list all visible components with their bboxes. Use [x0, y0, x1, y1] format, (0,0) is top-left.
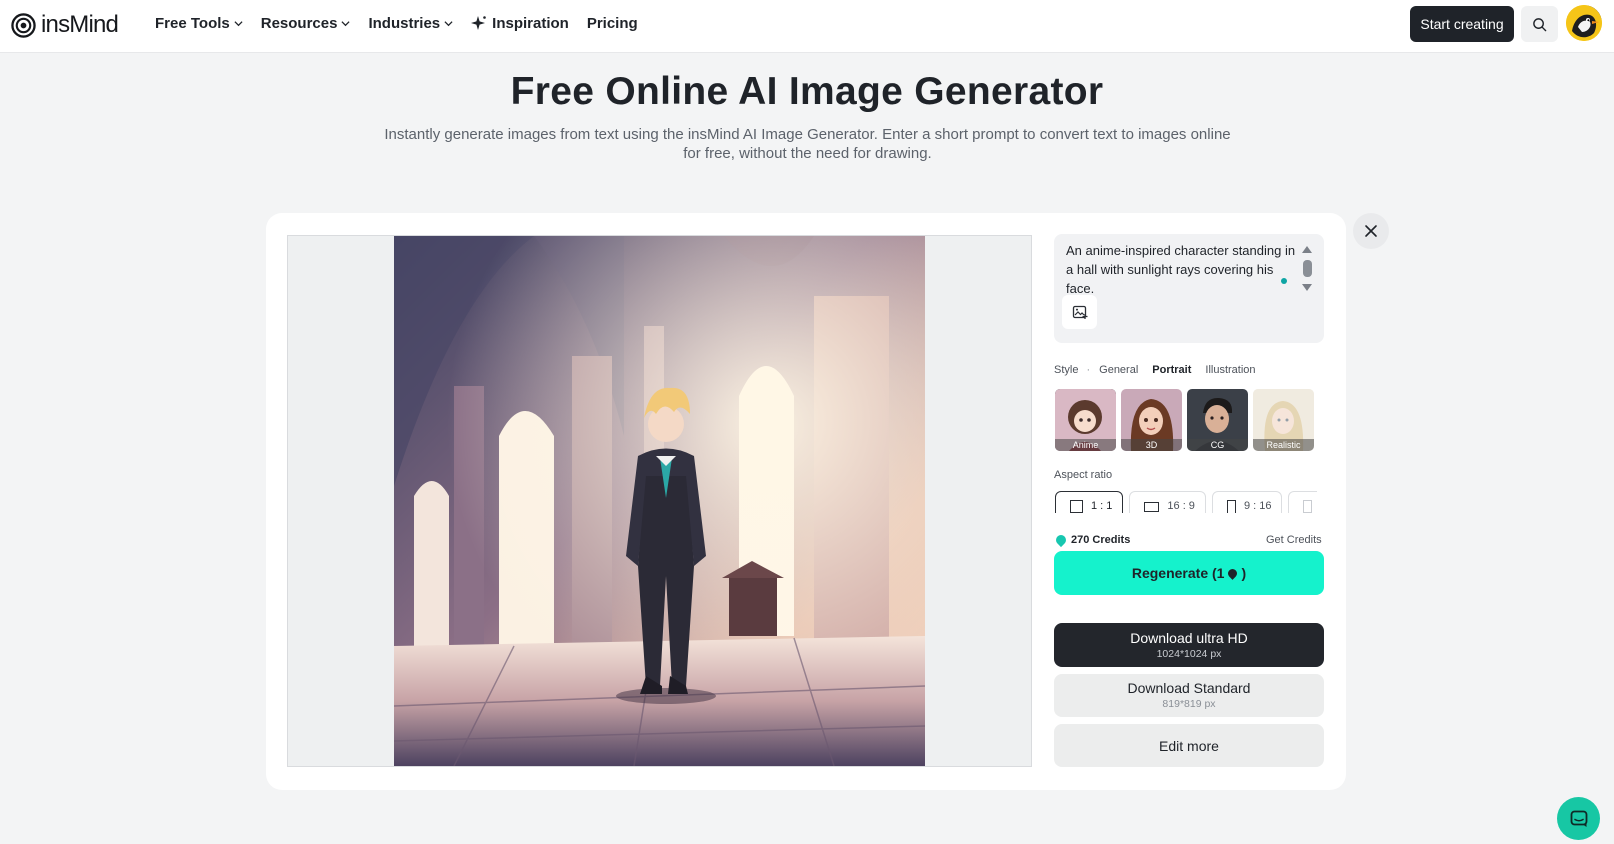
ratio-icon — [1303, 500, 1313, 513]
search-button[interactable] — [1521, 6, 1558, 42]
prompt-input[interactable]: An anime-inspired character standing in … — [1054, 234, 1324, 343]
ratio-option-16-9[interactable]: 16 : 9 — [1129, 491, 1206, 513]
landscape-ratio-icon — [1144, 502, 1160, 512]
style-option-cg[interactable]: CG — [1187, 389, 1248, 451]
nav-inspiration-label: Inspiration — [492, 14, 569, 32]
scrollbar-thumb[interactable] — [1303, 260, 1312, 277]
page-title: Free Online AI Image Generator — [510, 70, 1104, 113]
style-option-label: 3D — [1121, 439, 1182, 451]
generated-artwork — [394, 236, 925, 766]
chat-support-button[interactable] — [1557, 797, 1600, 840]
portrait-ratio-icon — [1226, 500, 1236, 513]
nav-pricing[interactable]: Pricing — [587, 15, 638, 32]
download-hd-label: Download ultra HD — [1130, 629, 1248, 646]
download-std-size: 819*819 px — [1162, 698, 1216, 710]
style-options: Anime 3D CG Realistic — [1055, 389, 1317, 451]
style-option-label: Anime — [1055, 439, 1116, 451]
download-std-label: Download Standard — [1127, 680, 1251, 696]
aspect-ratio-label: Aspect ratio — [1054, 469, 1113, 481]
style-option-realistic[interactable]: Realistic — [1253, 389, 1314, 451]
user-avatar[interactable] — [1566, 5, 1602, 41]
nav-resources[interactable]: Resources — [261, 15, 351, 32]
nav-resources-label: Resources — [260, 14, 338, 32]
nav-free-tools-label: Free Tools — [155, 14, 230, 32]
regenerate-label-end: ) — [1241, 565, 1247, 581]
credit-icon — [1053, 532, 1069, 548]
tab-illustration[interactable]: Illustration — [1205, 364, 1255, 376]
brand-name: insMind — [41, 11, 119, 38]
ratio-option-1-1[interactable]: 1 : 1 — [1055, 491, 1124, 513]
tab-portrait[interactable]: Portrait — [1152, 364, 1191, 376]
regenerate-button[interactable]: Regenerate (1 ) — [1054, 551, 1324, 595]
scroll-up-arrow[interactable] — [1302, 246, 1312, 253]
credits-count: 270 Credits — [1071, 534, 1131, 546]
nav-industries-label: Industries — [368, 14, 441, 32]
aspect-ratio-options: 1 : 1 16 : 9 9 : 16 — [1055, 491, 1317, 513]
prompt-text[interactable]: An anime-inspired character standing in … — [1066, 241, 1298, 298]
download-hd-size: 1024*1024 px — [1156, 647, 1222, 660]
chevron-down-icon — [444, 20, 453, 26]
ratio-option-more[interactable] — [1288, 491, 1317, 513]
close-button[interactable] — [1353, 213, 1389, 249]
cursor-dot — [1281, 278, 1287, 284]
style-option-3d[interactable]: 3D — [1121, 389, 1182, 451]
page-subtitle: Instantly generate images from text usin… — [384, 126, 1231, 162]
ratio-label: 9 : 16 — [1243, 500, 1272, 512]
chevron-down-icon — [341, 20, 351, 26]
get-credits-link[interactable]: Get Credits — [1266, 534, 1322, 546]
chevron-down-icon — [234, 20, 243, 26]
avatar-bird-icon — [1566, 5, 1602, 41]
edit-more-button[interactable]: Edit more — [1054, 724, 1324, 767]
style-tabs: Style · General Portrait Illustration — [1054, 364, 1270, 376]
image-add-icon — [1072, 305, 1087, 319]
nav-inspiration[interactable]: Inspiration — [471, 15, 569, 32]
nav-free-tools[interactable]: Free Tools — [155, 15, 243, 32]
download-ultra-hd-button[interactable]: Download ultra HD 1024*1024 px — [1054, 623, 1324, 667]
style-label: Style — [1054, 364, 1079, 376]
main-nav: Free Tools Resources Industries Inspirat… — [155, 0, 656, 46]
ratio-option-9-16[interactable]: 9 : 16 — [1211, 491, 1283, 513]
regenerate-label: Regenerate (1 — [1131, 565, 1225, 581]
scroll-down-arrow[interactable] — [1302, 284, 1312, 291]
start-creating-button[interactable]: Start creating — [1410, 6, 1514, 42]
nav-pricing-label: Pricing — [586, 14, 638, 32]
search-icon — [1533, 17, 1547, 31]
ratio-label: 1 : 1 — [1091, 500, 1113, 512]
logo-icon — [11, 12, 36, 38]
separator-dot: · — [1086, 364, 1091, 376]
square-ratio-icon — [1070, 500, 1083, 513]
style-option-label: Realistic — [1253, 439, 1314, 451]
download-standard-button[interactable]: Download Standard 819*819 px — [1054, 674, 1324, 717]
credits-balance: 270 Credits — [1053, 532, 1131, 548]
tab-general[interactable]: General — [1099, 364, 1138, 376]
style-option-label: CG — [1187, 439, 1248, 451]
chat-icon — [1570, 810, 1587, 827]
brand-logo[interactable]: insMind — [11, 11, 119, 39]
credit-icon — [1226, 566, 1240, 580]
generated-image[interactable] — [394, 236, 925, 766]
sparkle-icon — [471, 16, 486, 30]
ratio-label: 16 : 9 — [1167, 500, 1195, 512]
close-icon — [1365, 225, 1377, 237]
style-option-anime[interactable]: Anime — [1055, 389, 1116, 451]
image-reference-button[interactable] — [1062, 295, 1097, 329]
top-navbar: insMind Free Tools Resources Industries … — [0, 0, 1614, 53]
nav-industries[interactable]: Industries — [368, 15, 453, 32]
